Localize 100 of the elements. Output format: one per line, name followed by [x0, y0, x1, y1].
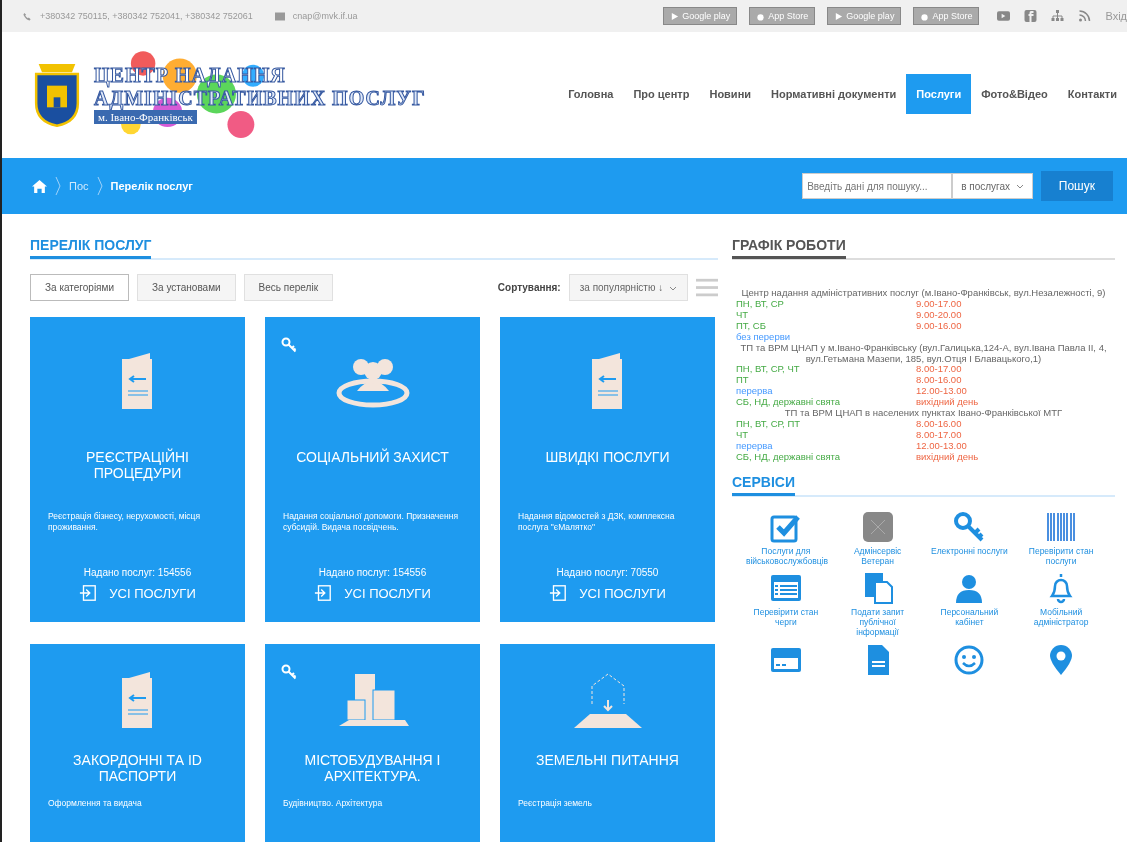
all-services-link[interactable]: УСІ ПОСЛУГИ — [549, 584, 666, 602]
services-count: Надано послуг: 70550 — [556, 567, 659, 578]
app-store-button[interactable]: Google play — [663, 7, 738, 25]
email-link[interactable]: cnap@mvk.if.ua — [292, 11, 358, 21]
schedule-heading: ТП та ВРМ ЦНАП у м.Івано-Франківську (вул.Галицька,124-А, вул.Івана Павла II, 4, вул.Гетьмана Мазепи, 185, вул.Отця І Блавацького,1) — [739, 342, 1108, 365]
schedule-days: ПН, ВТ, СР, ПТ — [736, 419, 916, 430]
services-count: Надано послуг: 154556 — [83, 567, 192, 578]
service-card[interactable]: ШВИДКІ ПОСЛУГИ Надання відомостей з ДЗК, комплексна послуга "єМалятко" Надано послуг: 70550 УСІ ПОСЛУГИ — [500, 317, 715, 622]
card-description: Оформлення та видача — [48, 798, 143, 809]
chevron-icon — [55, 175, 61, 197]
search-field[interactable]: Введіть дані для пошуку... — [802, 173, 953, 199]
all-services-link[interactable]: УСІ ПОСЛУГИ — [79, 584, 196, 602]
nav-link[interactable]: Послуги — [906, 74, 972, 114]
enter-icon — [79, 584, 98, 602]
enter-icon — [314, 584, 333, 602]
play-icon — [670, 11, 680, 21]
card-title: ШВИДКІ ПОСЛУГИ — [545, 449, 670, 467]
service-card[interactable]: РЕЄСТРАЦІЙНІ ПРОЦЕДУРИ Реєстрація бізнесу, нерухомості, місця проживання. Надано послуг: 154556 УСІ ПОСЛУГИ — [30, 317, 245, 622]
service-link[interactable]: Персональний кабінет — [929, 608, 1010, 628]
breadcrumb-link[interactable]: Перелік послуг — [110, 180, 193, 192]
filter-tab[interactable]: Весь перелік — [243, 274, 334, 301]
schedule-time: 12.00-13.00 — [916, 386, 967, 398]
filter-tab[interactable]: За категоріями — [30, 274, 129, 301]
app-store-button[interactable]: Google play — [827, 7, 902, 25]
sort-dropdown[interactable]: за популярністю ↓ — [568, 274, 688, 301]
smiley-icon[interactable] — [953, 643, 986, 676]
section-title: ГРАФІК РОБОТИ — [732, 237, 846, 259]
nav-link[interactable]: Нормативні документи — [761, 74, 907, 114]
card-title: РЕЄСТРАЦІЙНІ ПРОЦЕДУРИ — [85, 449, 190, 483]
section-title: СЕРВІСИ — [732, 473, 795, 496]
home-icon[interactable] — [32, 179, 47, 193]
schedule-time: 8.00-17.00 — [916, 430, 962, 441]
section-title: ПЕРЕЛІК ПОСЛУГ — [30, 237, 152, 259]
card-description: Надання відомостей з ДЗК, комплексна послуга "єМалятко" — [518, 511, 676, 534]
search-scope-dropdown[interactable]: в послугах — [952, 173, 1033, 199]
enter-icon — [549, 584, 568, 602]
key-icon[interactable] — [953, 510, 986, 543]
schedule-days: перерва — [736, 386, 916, 398]
schedule-heading: ТП та ВРМ ЦНАП в населених пунктах Івано-Франківської МТГ — [783, 408, 1064, 420]
schedule-time: 8.00-16.00 — [916, 419, 962, 430]
service-link[interactable]: Перевірити стан послуги — [1021, 546, 1102, 567]
schedule-days: СБ, НД, державні свята — [736, 451, 916, 463]
apple-icon — [756, 11, 766, 21]
filter-tab[interactable]: За установами — [137, 274, 236, 301]
schedule-time: 8.00-16.00 — [916, 375, 962, 387]
nav-link[interactable]: Головна — [558, 74, 624, 114]
service-link[interactable]: Послуги для військовослужбовців — [745, 546, 826, 567]
rss-icon[interactable] — [1078, 10, 1092, 22]
card-title: СОЦІАЛЬНИЙ ЗАХИСТ — [296, 449, 449, 467]
play-icon — [834, 11, 844, 21]
schedule-days: ЧТ — [736, 430, 916, 441]
search-button[interactable]: Пошук — [1040, 171, 1113, 201]
schedule-days: СБ, НД, державні свята — [736, 397, 916, 409]
login-link[interactable]: Вхід — [1105, 10, 1127, 22]
schedule-time: вихідний день — [916, 397, 979, 409]
service-card[interactable]: СОЦІАЛЬНИЙ ЗАХИСТ Надання соціальної допомоги. Призначення субсидій. Видача посвідчень. Надано послуг: 154556 УСІ ПОСЛУГИ — [265, 317, 480, 622]
all-services-link[interactable]: УСІ ПОСЛУГИ — [314, 584, 431, 602]
schedule-heading: Центр надання адміністративних послуг (м.Івано-Франківськ, вул.Незалежності, 9) — [740, 288, 1107, 299]
app-store-button[interactable]: App Store — [913, 7, 980, 25]
service-link[interactable]: Адмінсервіс Ветеран — [837, 546, 918, 567]
card-description: Будівництво. Архітектура — [283, 798, 384, 809]
sort-label: Сортування: — [497, 282, 561, 293]
card-description: Реєстрація земель — [518, 798, 593, 809]
schedule-time: 9.00-20.00 — [916, 309, 962, 321]
service-link[interactable]: Мобільний адміністратор — [1021, 608, 1102, 628]
breadcrumb-link[interactable]: Пос — [69, 180, 89, 192]
nav-link[interactable]: Новини — [699, 74, 762, 114]
service-card[interactable]: ЗАКОРДОННІ ТА ID ПАСПОРТИ Оформлення та видача — [30, 644, 245, 842]
schedule-days: ЧТ — [736, 309, 916, 321]
nav-link[interactable]: Фото&Відео — [971, 74, 1058, 114]
video-icon[interactable] — [997, 10, 1011, 22]
envelope-icon — [274, 11, 285, 21]
sitemap-icon[interactable] — [1051, 10, 1065, 22]
nav-link[interactable]: Про центр — [623, 74, 700, 114]
schedule-days: ПН, ВТ, СР, ЧТ — [736, 364, 916, 376]
service-link[interactable]: Перевірити стан черги — [745, 608, 826, 628]
service-card[interactable]: ЗЕМЕЛЬНІ ПИТАННЯ Реєстрація земель — [500, 644, 715, 842]
service-link[interactable]: Подати запит публічної інформації — [837, 608, 918, 638]
social-icon[interactable] — [1024, 10, 1038, 22]
card-title: ЗАКОРДОННІ ТА ID ПАСПОРТИ — [72, 752, 203, 786]
card-description: Надання соціальної допомоги. Призначення субсидій. Видача посвідчень. — [283, 511, 460, 534]
service-card[interactable]: МІСТОБУДУВАННЯ І АРХІТЕКТУРА. Будівництво. Архітектура — [265, 644, 480, 842]
caret-icon — [669, 285, 677, 291]
schedule-time: 9.00-16.00 — [916, 320, 962, 332]
schedule-time: вихідний день — [916, 451, 979, 463]
app-store-button[interactable]: App Store — [749, 7, 816, 25]
phone-icon — [22, 11, 32, 21]
service-link[interactable]: Електронні послуги — [930, 546, 1008, 557]
cross-tile-icon[interactable] — [861, 510, 894, 543]
phone-numbers: +380342 750115, +380342 752041, +380342 752061 — [40, 11, 253, 21]
logo-subtitle: м. Івано-Франківськ — [94, 110, 197, 124]
schedule-time: 9.00-17.00 — [916, 298, 962, 310]
nav-link[interactable]: Контакти — [1057, 74, 1127, 114]
schedule-time: 8.00-17.00 — [916, 364, 962, 376]
card-description: Реєстрація бізнесу, нерухомості, місця проживання. — [48, 511, 202, 534]
services-count: Надано послуг: 154556 — [318, 567, 427, 578]
barcode-icon[interactable] — [1045, 510, 1078, 543]
schedule-days: ПН, ВТ, СР — [736, 298, 916, 310]
card-title: МІСТОБУДУВАННЯ І АРХІТЕКТУРА. — [303, 752, 442, 786]
card-title: ЗЕМЕЛЬНІ ПИТАННЯ — [536, 752, 679, 770]
